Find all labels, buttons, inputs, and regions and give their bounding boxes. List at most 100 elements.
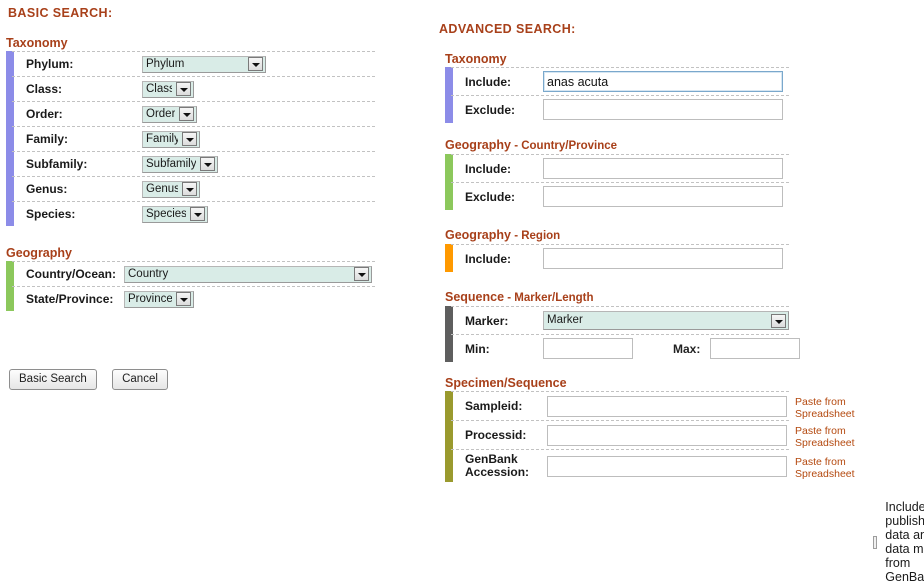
class-select[interactable]: Class: [142, 80, 194, 98]
basic-taxonomy-heading: Taxonomy: [6, 36, 68, 50]
basic-taxonomy-row-subfamily: Subfamily: Subfamily: [12, 151, 375, 176]
country-ocean-label: Country/Ocean:: [26, 267, 117, 281]
taxonomy-include-input[interactable]: [543, 71, 783, 92]
max-label: Max:: [673, 341, 701, 356]
processid-input[interactable]: [547, 424, 787, 446]
species-select[interactable]: Species: [142, 205, 208, 223]
advanced-country-province-body: Include: Exclude:: [439, 154, 789, 210]
chevron-down-icon: [354, 267, 369, 281]
subfamily-select[interactable]: Subfamily: [142, 155, 218, 173]
family-label: Family:: [26, 132, 69, 146]
advanced-specimen-heading: Specimen/Sequence: [445, 376, 567, 390]
include-published-row[interactable]: Include published data and data mined fr…: [873, 500, 924, 584]
advanced-sequence-body: Marker: Marker Min: Max:: [439, 306, 801, 362]
heading-sub: - Country/Province: [511, 140, 618, 152]
advanced-sequence-group: Sequence - Marker/Length Marker: Marker …: [439, 290, 801, 362]
marker-label: Marker:: [465, 313, 509, 328]
processid-label: Processid:: [465, 427, 527, 442]
basic-geography-row-country: Country/Ocean: Country: [12, 261, 375, 286]
order-select[interactable]: Order: [142, 105, 197, 123]
advanced-specimen-row-genbank: GenBank Accession: Paste from Spreadshee…: [451, 449, 855, 482]
paste-from-spreadsheet-link-genbank[interactable]: Paste from Spreadsheet: [795, 456, 865, 480]
advanced-region-body: Include:: [439, 244, 789, 272]
subfamily-select-value: Subfamily: [146, 157, 196, 170]
heading-main: Geography: [445, 228, 511, 242]
chevron-down-icon: [771, 313, 786, 328]
advanced-specimen-row-processid: Processid: Paste from Spreadsheet: [451, 420, 855, 449]
advanced-region-row-include: Include:: [451, 244, 789, 272]
chevron-down-icon: [182, 132, 197, 146]
advanced-search-panel: ADVANCED SEARCH: Taxonomy Include: Exclu…: [430, 0, 924, 584]
country-exclude-label: Exclude:: [465, 189, 516, 204]
max-input[interactable]: [710, 338, 801, 359]
state-province-label: State/Province:: [26, 292, 114, 306]
basic-search-button[interactable]: Basic Search: [9, 369, 97, 390]
paste-from-spreadsheet-link-sampleid[interactable]: Paste from Spreadsheet: [795, 396, 865, 420]
basic-taxonomy-group: Taxonomy Phylum: Phylum Class: Class Ord…: [0, 36, 375, 226]
advanced-taxonomy-body: Include: Exclude:: [439, 67, 789, 123]
taxonomy-exclude-label: Exclude:: [465, 102, 516, 117]
advanced-country-row-include: Include:: [451, 154, 789, 182]
region-include-label: Include:: [465, 251, 512, 266]
cancel-button[interactable]: Cancel: [112, 369, 168, 390]
genus-label: Genus:: [26, 182, 68, 196]
basic-taxonomy-row-genus: Genus: Genus: [12, 176, 375, 201]
basic-search-panel: BASIC SEARCH: Taxonomy Phylum: Phylum Cl…: [0, 0, 430, 526]
chevron-down-icon: [190, 207, 205, 221]
order-select-value: Order: [146, 107, 175, 120]
min-input[interactable]: [543, 338, 633, 359]
phylum-select[interactable]: Phylum: [142, 55, 266, 73]
chevron-down-icon: [176, 292, 191, 306]
species-label: Species:: [26, 207, 76, 221]
chevron-down-icon: [179, 107, 194, 121]
paste-from-spreadsheet-link-processid[interactable]: Paste from Spreadsheet: [795, 425, 865, 449]
phylum-label: Phylum:: [26, 57, 74, 71]
region-include-input[interactable]: [543, 248, 783, 269]
country-ocean-select[interactable]: Country: [124, 265, 372, 283]
phylum-select-value: Phylum: [146, 57, 185, 70]
genbank-accession-label: GenBank Accession:: [465, 452, 530, 479]
basic-taxonomy-row-family: Family: Family: [12, 126, 375, 151]
marker-select[interactable]: Marker: [543, 311, 789, 330]
include-published-checkbox[interactable]: [873, 535, 878, 549]
genbank-accession-input[interactable]: [547, 455, 787, 477]
basic-taxonomy-row-phylum: Phylum: Phylum: [12, 51, 375, 76]
marker-select-value: Marker: [547, 314, 583, 326]
basic-search-title: BASIC SEARCH:: [8, 6, 113, 20]
advanced-taxonomy-group: Taxonomy Include: Exclude:: [439, 52, 789, 123]
basic-taxonomy-row-species: Species: Species: [12, 201, 375, 226]
sampleid-input[interactable]: [547, 395, 787, 417]
advanced-sequence-row-marker: Marker: Marker: [451, 306, 789, 334]
basic-geography-group: Geography Country/Ocean: Country State/P…: [0, 246, 375, 311]
basic-geography-heading: Geography: [6, 246, 72, 260]
family-select[interactable]: Family: [142, 130, 200, 148]
class-label: Class:: [26, 82, 63, 96]
advanced-taxonomy-heading: Taxonomy: [445, 52, 507, 66]
chevron-down-icon: [248, 57, 263, 71]
advanced-sequence-row-minmax: Min: Max:: [451, 334, 801, 362]
include-published-label: Include published data and data mined fr…: [885, 500, 924, 584]
chevron-down-icon: [182, 182, 197, 196]
advanced-sequence-heading: Sequence - Marker/Length: [445, 290, 789, 305]
class-select-value: Class: [146, 82, 172, 95]
family-select-value: Family: [146, 132, 178, 145]
heading-sub: - Marker/Length: [504, 292, 594, 304]
country-include-input[interactable]: [543, 158, 783, 179]
genus-select-value: Genus: [146, 182, 178, 195]
state-province-select[interactable]: Province: [124, 290, 194, 308]
chevron-down-icon: [176, 82, 191, 96]
species-select-value: Species: [146, 207, 186, 220]
advanced-country-province-group: Geography - Country/Province Include: Ex…: [439, 138, 789, 210]
country-include-label: Include:: [465, 161, 512, 176]
taxonomy-include-label: Include:: [465, 74, 512, 89]
basic-search-actions: Basic Search Cancel: [9, 369, 168, 390]
advanced-specimen-group: Specimen/Sequence Sampleid: Paste from S…: [439, 376, 855, 482]
taxonomy-exclude-input[interactable]: [543, 99, 783, 120]
min-label: Min:: [465, 341, 490, 356]
advanced-specimen-row-sampleid: Sampleid: Paste from Spreadsheet: [451, 391, 855, 420]
advanced-search-title: ADVANCED SEARCH:: [439, 22, 576, 36]
basic-taxonomy-row-class: Class: Class: [12, 76, 375, 101]
chevron-down-icon: [200, 157, 215, 171]
country-exclude-input[interactable]: [543, 186, 783, 207]
genus-select[interactable]: Genus: [142, 180, 200, 198]
